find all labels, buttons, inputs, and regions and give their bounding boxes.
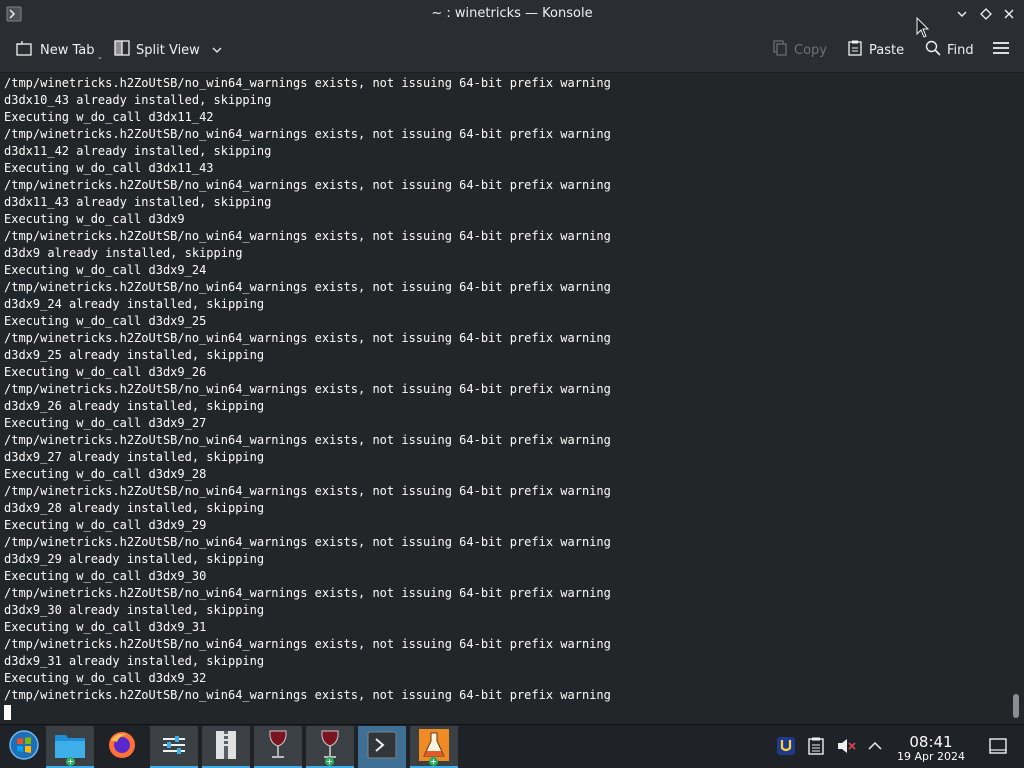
terminal-line: /tmp/winetricks.h2ZoUtSB/no_win64_warnin…: [4, 433, 611, 447]
konsole-toolbar: New Tab ⌄ Split View Copy Paste Find: [0, 28, 1024, 73]
terminal-line: Executing w_do_call d3dx11_42: [4, 110, 214, 124]
terminal-line: /tmp/winetricks.h2ZoUtSB/no_win64_warnin…: [4, 331, 611, 345]
find-button[interactable]: Find: [925, 37, 974, 63]
terminal-line: Executing w_do_call d3dx9_32: [4, 671, 207, 685]
chevron-down-icon: [212, 43, 222, 58]
terminal-output[interactable]: /tmp/winetricks.h2ZoUtSB/no_win64_warnin…: [0, 74, 1006, 724]
search-icon: [925, 40, 941, 60]
chevron-down-icon: ⌄: [96, 51, 104, 61]
window-title: ~ : winetricks — Konsole: [431, 6, 593, 21]
firefox-icon: [107, 730, 137, 764]
terminal-line: d3dx9_26 already installed, skipping: [4, 399, 265, 413]
clock-time[interactable]: 08:41: [894, 733, 968, 751]
wine-icon: [265, 729, 291, 765]
terminal-line: Executing w_do_call d3dx9_28: [4, 467, 207, 481]
terminal-cursor: [4, 705, 11, 720]
task-konsole[interactable]: [358, 726, 406, 768]
minimize-button[interactable]: [953, 5, 971, 23]
paste-button[interactable]: Paste: [847, 37, 904, 63]
clipboard-tray-icon[interactable]: [806, 735, 826, 757]
konsole-icon: [367, 731, 397, 763]
taskbar: + + +: [0, 724, 1024, 768]
terminal-line: d3dx9_30 already installed, skipping: [4, 603, 265, 617]
paste-label: Paste: [869, 42, 905, 58]
terminal-line: Executing w_do_call d3dx9: [4, 212, 185, 226]
terminal-scrollbar[interactable]: [1006, 74, 1024, 724]
terminal-line: Executing w_do_call d3dx9_26: [4, 365, 207, 379]
task-wine-2[interactable]: +: [306, 726, 354, 768]
terminal-line: /tmp/winetricks.h2ZoUtSB/no_win64_warnin…: [4, 586, 611, 600]
clock-date[interactable]: 19 Apr 2024: [892, 750, 970, 763]
task-archive-manager[interactable]: [202, 726, 250, 768]
show-hidden-icons-button[interactable]: [865, 735, 885, 757]
terminal-line: /tmp/winetricks.h2ZoUtSB/no_win64_warnin…: [4, 178, 611, 192]
terminal-line: /tmp/winetricks.h2ZoUtSB/no_win64_warnin…: [4, 688, 611, 702]
hamburger-menu-button[interactable]: [992, 37, 1010, 63]
terminal-line: d3dx9_25 already installed, skipping: [4, 348, 265, 362]
task-wine-1[interactable]: [254, 726, 302, 768]
copy-icon: [772, 40, 788, 60]
start-menu-button[interactable]: [0, 726, 48, 768]
terminal-line: d3dx9_31 already installed, skipping: [4, 654, 265, 668]
terminal-line: Executing w_do_call d3dx9_29: [4, 518, 207, 532]
terminal-line: Executing w_do_call d3dx9_24: [4, 263, 207, 277]
terminal-line: Executing w_do_call d3dx9_30: [4, 569, 207, 583]
paste-icon: [847, 40, 863, 60]
mouse-pointer-icon: [916, 17, 930, 38]
find-label: Find: [947, 42, 974, 58]
terminal-line: /tmp/winetricks.h2ZoUtSB/no_win64_warnin…: [4, 637, 611, 651]
terminal-line: d3dx11_43 already installed, skipping: [4, 195, 272, 209]
new-tab-icon: [16, 40, 34, 60]
split-view-button[interactable]: Split View: [114, 37, 222, 63]
task-firefox[interactable]: [98, 726, 146, 768]
terminal-line: d3dx9_24 already installed, skipping: [4, 297, 265, 311]
new-tab-button[interactable]: New Tab ⌄: [16, 37, 103, 63]
terminal-line: /tmp/winetricks.h2ZoUtSB/no_win64_warnin…: [4, 229, 611, 243]
terminal-line: Executing w_do_call d3dx9_25: [4, 314, 207, 328]
plus-badge-icon: +: [429, 757, 438, 766]
show-desktop-button[interactable]: [988, 735, 1008, 757]
plus-badge-icon: +: [66, 757, 75, 766]
terminal-line: /tmp/winetricks.h2ZoUtSB/no_win64_warnin…: [4, 127, 611, 141]
terminal-line: d3dx9_29 already installed, skipping: [4, 552, 265, 566]
terminal-line: d3dx11_42 already installed, skipping: [4, 144, 272, 158]
terminal-line: d3dx9_27 already installed, skipping: [4, 450, 265, 464]
close-button[interactable]: [1000, 5, 1018, 23]
plus-badge-icon: +: [325, 757, 334, 766]
task-dolphin[interactable]: +: [46, 726, 94, 768]
terminal-line: d3dx10_43 already installed, skipping: [4, 93, 272, 107]
scrollbar-handle[interactable]: [1013, 694, 1019, 718]
start-menu-icon: [8, 729, 40, 765]
volume-muted-icon[interactable]: [836, 735, 856, 757]
title-bar[interactable]: ~ : winetricks — Konsole: [0, 0, 1024, 28]
system-settings-icon: [160, 733, 188, 761]
terminal-line: d3dx9_28 already installed, skipping: [4, 501, 265, 515]
copy-button[interactable]: Copy: [772, 37, 827, 63]
terminal-text: /tmp/winetricks.h2ZoUtSB/no_win64_warnin…: [0, 75, 611, 704]
terminal-line: Executing w_do_call d3dx9_31: [4, 620, 207, 634]
new-tab-label: New Tab: [40, 42, 95, 58]
terminal-line: Executing w_do_call d3dx11_43: [4, 161, 214, 175]
hamburger-menu-icon: [992, 40, 1010, 60]
terminal-line: d3dx9 already installed, skipping: [4, 246, 243, 260]
task-lab-flask[interactable]: +: [410, 726, 458, 768]
split-view-label: Split View: [136, 42, 200, 58]
input-method-tray-icon[interactable]: [776, 735, 796, 757]
terminal-line: /tmp/winetricks.h2ZoUtSB/no_win64_warnin…: [4, 484, 611, 498]
terminal-line: /tmp/winetricks.h2ZoUtSB/no_win64_warnin…: [4, 280, 611, 294]
terminal-line: /tmp/winetricks.h2ZoUtSB/no_win64_warnin…: [4, 535, 611, 549]
terminal-line: /tmp/winetricks.h2ZoUtSB/no_win64_warnin…: [4, 76, 611, 90]
terminal-line: Executing w_do_call d3dx9_27: [4, 416, 207, 430]
copy-label: Copy: [794, 42, 827, 58]
archive-icon: [214, 730, 238, 764]
terminal-line: /tmp/winetricks.h2ZoUtSB/no_win64_warnin…: [4, 382, 611, 396]
split-view-icon: [114, 40, 130, 60]
maximize-button[interactable]: [977, 5, 995, 23]
task-system-settings[interactable]: [150, 726, 198, 768]
